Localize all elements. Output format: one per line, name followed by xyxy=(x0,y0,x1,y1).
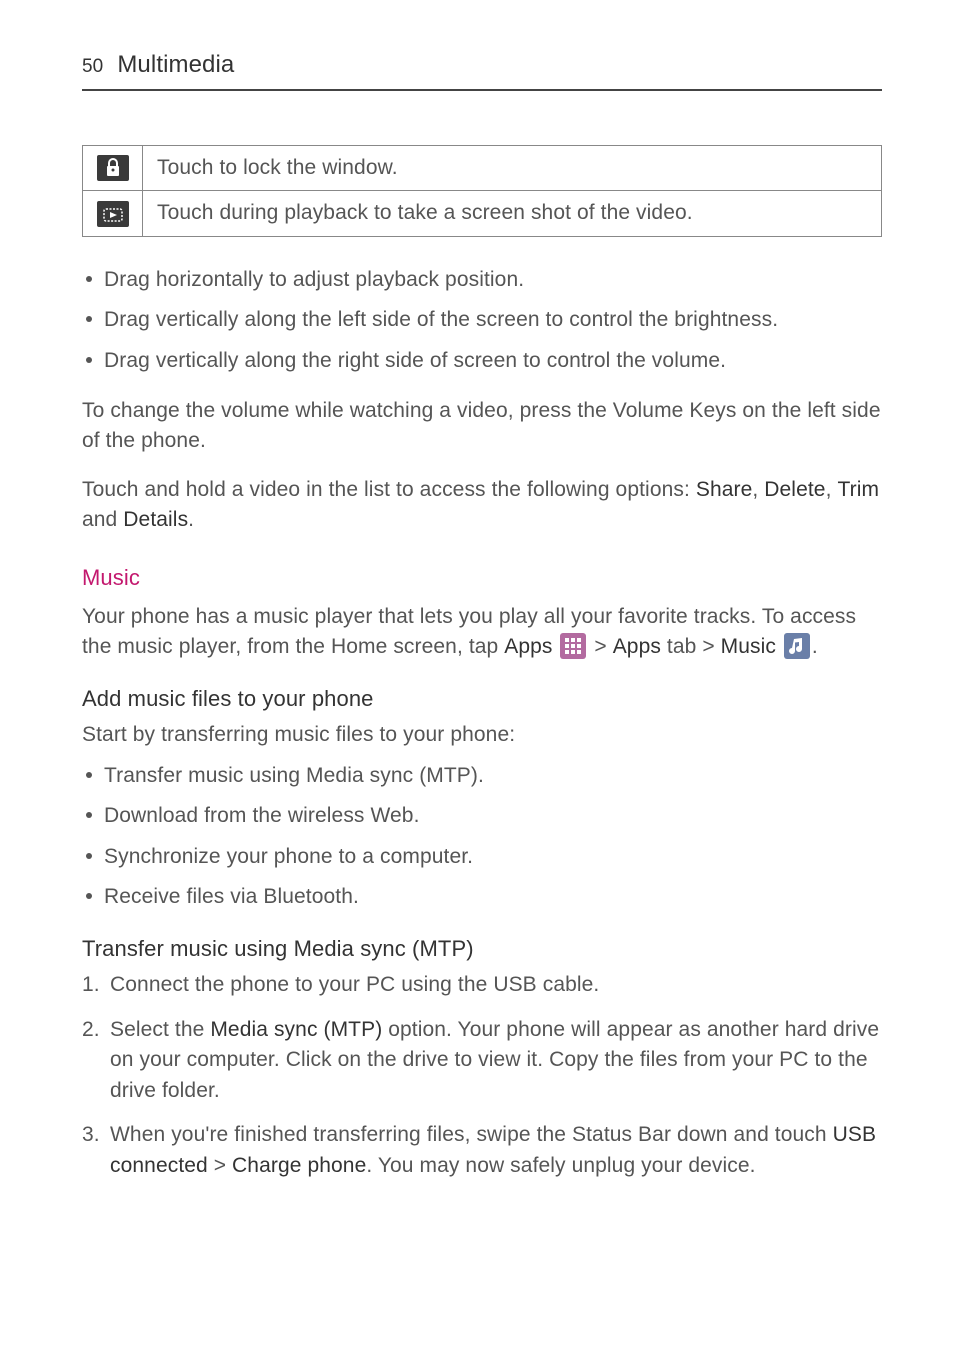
icon-description: Touch during playback to take a screen s… xyxy=(143,191,882,236)
text: Touch and hold a video in the list to ac… xyxy=(82,478,696,501)
charge-phone-label: Charge phone xyxy=(232,1154,366,1177)
text: Select the xyxy=(110,1018,210,1041)
text: When you're finished transferring files,… xyxy=(110,1123,833,1146)
icon-cell xyxy=(83,191,143,236)
list-item: Transfer music using Media sync (MTP). xyxy=(82,761,882,791)
volume-paragraph: To change the volume while watching a vi… xyxy=(82,396,882,457)
music-note-icon xyxy=(784,633,810,659)
icon-cell xyxy=(83,145,143,190)
text: and xyxy=(82,508,123,531)
option-delete: Delete xyxy=(764,478,825,501)
text: > xyxy=(588,635,612,658)
lock-icon xyxy=(97,155,129,181)
table-row: Touch during playback to take a screen s… xyxy=(83,191,882,236)
icon-description-table: Touch to lock the window. Touch during p… xyxy=(82,145,882,237)
text: tab > xyxy=(661,635,721,658)
add-files-list: Transfer music using Media sync (MTP). D… xyxy=(82,761,882,913)
media-sync-label: Media sync (MTP) xyxy=(210,1018,382,1041)
apps-tab-label: Apps xyxy=(613,635,661,658)
mtp-heading: Transfer music using Media sync (MTP) xyxy=(82,933,882,965)
icon-description: Touch to lock the window. xyxy=(143,145,882,190)
text: . xyxy=(812,635,818,658)
music-label: Music xyxy=(721,635,776,658)
gesture-list: Drag horizontally to adjust playback pos… xyxy=(82,265,882,376)
list-item: Drag vertically along the right side of … xyxy=(82,346,882,376)
list-item: Synchronize your phone to a computer. xyxy=(82,842,882,872)
list-item: Download from the wireless Web. xyxy=(82,801,882,831)
text: , xyxy=(826,478,838,501)
step-item: Select the Media sync (MTP) option. Your… xyxy=(82,1015,882,1106)
page-header: 50 Multimedia xyxy=(82,48,882,91)
list-item: Drag horizontally to adjust playback pos… xyxy=(82,265,882,295)
list-item: Drag vertically along the left side of t… xyxy=(82,305,882,335)
text: > xyxy=(208,1154,232,1177)
apps-label: Apps xyxy=(504,635,552,658)
page-number: 50 xyxy=(82,53,103,81)
add-files-heading: Add music files to your phone xyxy=(82,683,882,715)
music-heading: Music xyxy=(82,562,882,594)
list-item: Receive files via Bluetooth. xyxy=(82,882,882,912)
add-files-lead: Start by transferring music files to you… xyxy=(82,720,882,750)
text: . xyxy=(188,508,194,531)
step-item: When you're finished transferring files,… xyxy=(82,1120,882,1181)
chapter-title: Multimedia xyxy=(117,48,234,83)
music-intro: Your phone has a music player that lets … xyxy=(82,602,882,663)
context-menu-paragraph: Touch and hold a video in the list to ac… xyxy=(82,475,882,536)
text: , xyxy=(752,478,764,501)
option-details: Details xyxy=(123,508,188,531)
table-row: Touch to lock the window. xyxy=(83,145,882,190)
mtp-steps: Connect the phone to your PC using the U… xyxy=(82,970,882,1181)
step-item: Connect the phone to your PC using the U… xyxy=(82,970,882,1000)
text: . You may now safely unplug your device. xyxy=(366,1154,755,1177)
apps-grid-icon xyxy=(560,633,586,659)
option-share: Share xyxy=(696,478,753,501)
option-trim: Trim xyxy=(837,478,879,501)
screenshot-icon xyxy=(97,201,129,227)
